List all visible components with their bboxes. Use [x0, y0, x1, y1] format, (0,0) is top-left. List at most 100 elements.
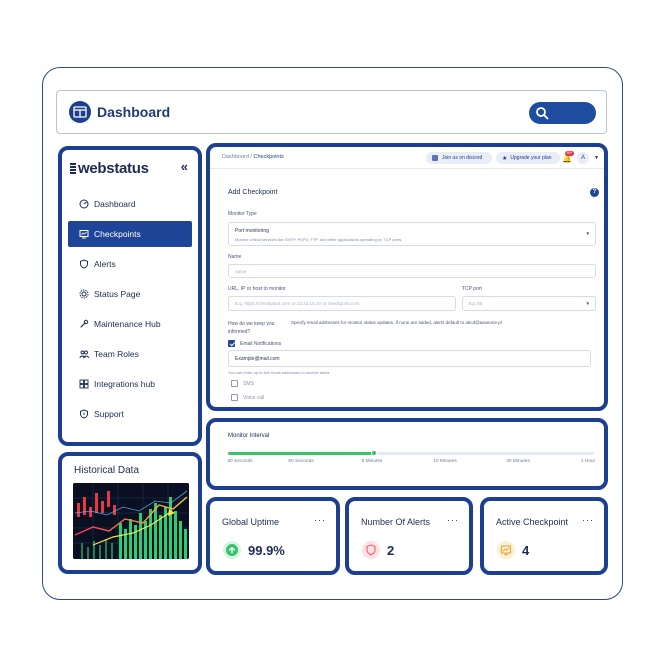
stat-title: Number Of Alerts	[361, 517, 431, 527]
sidebar-item-label: Checkpoints	[94, 229, 141, 239]
dashboard-icon	[78, 199, 89, 210]
upgrade-plan-button[interactable]: ★ Upgrade your plan	[496, 152, 560, 164]
voice-call-checkbox[interactable]	[231, 394, 238, 401]
tcp-port-select[interactable]: Eg: 80 ▼	[462, 296, 596, 311]
sidebar-item-label: Support	[94, 409, 124, 419]
monitor-type-select[interactable]: Port monitoring Monitor critical service…	[228, 222, 596, 246]
brand-logo[interactable]: webstatus	[70, 160, 149, 177]
active-checkpoint-card[interactable]: Active Checkpoint ··· 4	[480, 497, 608, 575]
arrow-up-icon	[223, 541, 241, 559]
join-discord-button[interactable]: Join us on discord	[426, 152, 492, 164]
tcp-port-label: TCP port	[462, 286, 482, 292]
sms-checkbox[interactable]	[231, 380, 238, 387]
historical-data-card[interactable]: Historical Data	[58, 452, 202, 574]
bars-icon	[70, 163, 76, 174]
keep-informed-label: How do we keep you informed?	[228, 321, 275, 335]
interval-slider[interactable]	[228, 450, 594, 456]
sidebar-item-status-page[interactable]: Status Page	[68, 281, 192, 307]
dashboard-logo-icon	[69, 101, 91, 123]
chevron-down-icon[interactable]: ▼	[594, 155, 599, 161]
more-options-icon[interactable]: ···	[447, 515, 459, 525]
historical-data-title: Historical Data	[74, 465, 140, 476]
stat-title: Active Checkpoint	[496, 517, 569, 527]
sidebar-item-label: Dashboard	[94, 199, 136, 209]
brand-name: webstatus	[78, 160, 149, 177]
upgrade-plan-label: Upgrade your plan	[510, 155, 552, 161]
sidebar-item-alerts[interactable]: Alerts	[68, 251, 192, 277]
email-notifications-checkbox[interactable]	[228, 340, 235, 347]
voice-call-label: Voice call	[243, 395, 265, 401]
sidebar-item-label: Integrations hub	[94, 379, 155, 389]
monitor-interval-title: Monitor Interval	[228, 433, 270, 439]
url-placeholder: E.g. https://checkpoint.com or 22.32.10.…	[235, 301, 360, 306]
interval-tick[interactable]: 60 Seconds	[288, 459, 313, 464]
support-icon	[78, 409, 89, 420]
monitor-type-value: Port monitoring	[235, 228, 269, 234]
gear-icon	[78, 289, 89, 300]
sidebar-item-dashboard[interactable]: Dashboard	[68, 191, 192, 217]
add-checkpoint-panel: Dashboard / Checkpoints Join us on disco…	[206, 143, 608, 411]
interval-tick[interactable]: 10 Minutes	[433, 459, 456, 464]
sidebar-item-integrations-hub[interactable]: Integrations hub	[68, 371, 192, 397]
sidebar-item-label: Team Roles	[94, 349, 139, 359]
interval-tick[interactable]: 1 Hour	[581, 459, 595, 464]
name-label: Name	[228, 254, 242, 260]
sidebar-item-team-roles[interactable]: Team Roles	[68, 341, 192, 367]
monitor-interval-panel: Monitor Interval 30 Seconds 60 Seconds 5…	[206, 418, 608, 490]
chevron-down-icon: ▼	[585, 301, 590, 306]
stat-value: 2	[387, 543, 395, 558]
collapse-sidebar-icon[interactable]: «	[181, 159, 188, 174]
sidebar-item-label: Maintenance Hub	[94, 319, 161, 329]
sms-label: SMS	[243, 381, 254, 387]
app-header: Dashboard	[56, 90, 607, 134]
sidebar-item-label: Status Page	[94, 289, 141, 299]
breadcrumb-current: Checkpoints	[253, 154, 284, 160]
historical-data-image	[73, 483, 189, 559]
chart-icon	[497, 541, 515, 559]
join-discord-label: Join us on discord	[442, 155, 483, 161]
discord-icon	[432, 155, 438, 161]
keep-informed-description: Specify email addresses for monitor stat…	[291, 320, 502, 325]
number-of-alerts-card[interactable]: Number Of Alerts ··· 2	[345, 497, 473, 575]
stat-value: 4	[522, 543, 530, 558]
sidebar-item-support[interactable]: Support	[68, 401, 192, 427]
interval-tick[interactable]: 5 Minutes	[362, 459, 383, 464]
top-bar: Dashboard / Checkpoints Join us on disco…	[210, 147, 604, 169]
notification-badge: 99+	[565, 151, 574, 156]
email-input[interactable]: Example@mail.com	[228, 350, 591, 367]
search-button[interactable]	[529, 102, 596, 124]
url-input[interactable]: E.g. https://checkpoint.com or 22.32.10.…	[228, 296, 456, 311]
sidebar: webstatus « Dashboard Checkpoints Alerts…	[58, 146, 202, 446]
sidebar-item-checkpoints[interactable]: Checkpoints	[68, 221, 192, 247]
email-hint: You can enter up to five email addresses…	[228, 370, 330, 375]
monitor-type-label: Monitor Type	[228, 211, 257, 217]
shield-alert-icon	[362, 541, 380, 559]
global-uptime-card[interactable]: Global Uptime ··· 99.9%	[206, 497, 340, 575]
avatar[interactable]: A	[577, 152, 589, 164]
help-icon[interactable]: ?	[590, 188, 599, 197]
url-label: URL, IP or host to monitor	[228, 286, 286, 292]
shield-icon	[78, 259, 89, 270]
more-options-icon[interactable]: ···	[314, 515, 326, 525]
stat-value: 99.9%	[248, 543, 285, 558]
interval-tick[interactable]: 30 Seconds	[227, 459, 252, 464]
interval-slider-fill	[228, 452, 375, 455]
email-notifications-label: Email Notifications	[240, 341, 282, 347]
sidebar-nav: Dashboard Checkpoints Alerts Status Page…	[68, 191, 192, 431]
name-input[interactable]: name	[228, 264, 596, 278]
chevron-down-icon: ▼	[585, 231, 590, 236]
page-title: Dashboard	[97, 104, 171, 120]
breadcrumb-root[interactable]: Dashboard /	[222, 154, 252, 160]
name-placeholder: name	[235, 269, 247, 274]
interval-slider-handle[interactable]	[371, 450, 378, 456]
more-options-icon[interactable]: ···	[582, 515, 594, 525]
sidebar-item-maintenance-hub[interactable]: Maintenance Hub	[68, 311, 192, 337]
star-icon: ★	[502, 155, 508, 162]
interval-tick[interactable]: 30 Minutes	[506, 459, 529, 464]
sidebar-item-label: Alerts	[94, 259, 116, 269]
stat-title: Global Uptime	[222, 517, 280, 527]
checkpoint-icon	[78, 229, 89, 240]
team-icon	[78, 349, 89, 360]
monitor-type-description: Monitor critical services like SMTP, POP…	[235, 237, 403, 242]
form-title: Add Checkpoint	[228, 189, 278, 196]
